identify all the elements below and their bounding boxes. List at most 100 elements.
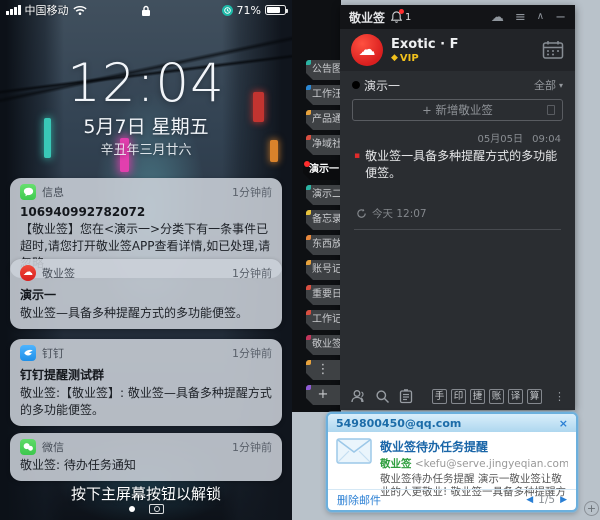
category-tab-label: 账号记 xyxy=(312,264,340,275)
notification-title: 106940992782072 xyxy=(20,205,272,219)
tool-box-button[interactable]: 算 xyxy=(527,389,542,404)
notification-app-name: 微信 xyxy=(42,439,64,455)
collapse-icon[interactable]: ∧ xyxy=(537,12,544,22)
category-tab[interactable]: 账号记 xyxy=(306,260,340,280)
bottom-toolbar: 手印捷账译算 ⋮ xyxy=(340,389,575,404)
add-note-label: + 新增敬业签 xyxy=(422,102,493,118)
chevron-down-icon: ▾ xyxy=(559,81,563,90)
category-tab[interactable]: 净域社 xyxy=(306,135,340,155)
mail-account-label: 549800450@qq.com xyxy=(336,417,461,430)
paste-note-icon[interactable] xyxy=(547,105,555,115)
tool-box-button[interactable]: 账 xyxy=(489,389,504,404)
notification-time: 1分钟前 xyxy=(232,265,272,281)
notification-bell[interactable]: 1 xyxy=(391,11,411,23)
notification-body: 敬业签:【敬业签】: 敬业签—具备多种提醒方式的多功能便签。 xyxy=(20,385,272,419)
category-tab[interactable]: 演示二 xyxy=(306,185,340,205)
vip-diamond-icon: ◆ xyxy=(391,53,398,63)
category-color-chip xyxy=(306,85,311,90)
category-tab[interactable]: 东西放 xyxy=(306,235,340,255)
contacts-icon[interactable] xyxy=(350,389,366,404)
lock-screen-time: 12:04 xyxy=(0,53,292,114)
category-tab-label: 重要日 xyxy=(312,289,340,300)
category-tab[interactable]: 重要日 xyxy=(306,285,340,305)
note-item[interactable]: ▪ 敬业签一具备多种提醒方式的多功能便签。 xyxy=(354,148,563,182)
filter-label: 全部 xyxy=(534,77,556,93)
dingtalk-icon xyxy=(20,345,36,361)
notification-app-name: 钉钉 xyxy=(42,345,64,361)
category-color-chip xyxy=(306,260,311,265)
cloud-sync-icon[interactable]: ☁ xyxy=(491,11,504,24)
tool-box-button[interactable]: 手 xyxy=(432,389,447,404)
notification-app-name: 信息 xyxy=(42,184,64,200)
category-tab[interactable]: 公告图 xyxy=(306,60,340,80)
tool-box-button[interactable]: 译 xyxy=(508,389,523,404)
category-color-chip xyxy=(306,285,311,290)
category-tab[interactable]: 备忘录 xyxy=(306,210,340,230)
vip-label: VIP xyxy=(400,53,419,64)
notification-body: 敬业签—具备多种提醒方式的多功能便签。 xyxy=(20,305,272,322)
category-tab-label: 敬业签 xyxy=(312,339,340,350)
wechat-icon xyxy=(20,439,36,455)
phone-lock-screen: 中国移动 71% 12:04 5月7日 星期五 辛丑年三月廿六 信息 1分钟前 xyxy=(0,0,292,520)
envelope-icon xyxy=(336,438,372,464)
mail-pager-count: 1/5 xyxy=(538,494,555,506)
page-dot xyxy=(129,506,135,512)
mail-sender-name: 敬业签 xyxy=(380,458,412,470)
phone-status-bar: 中国移动 71% xyxy=(0,2,292,18)
add-note-button[interactable]: + 新增敬业签 xyxy=(352,99,563,121)
delete-mail-link[interactable]: 删除邮件 xyxy=(337,492,381,508)
mail-subject[interactable]: 敬业签待办任务提醒 xyxy=(380,438,568,455)
notes-list-icon[interactable] xyxy=(399,389,413,404)
tab-notification-badge xyxy=(304,161,310,167)
carrier-label: 中国移动 xyxy=(25,2,69,18)
menu-icon[interactable]: ≡ xyxy=(515,11,526,24)
unlock-hint: 按下主屏幕按钮以解锁 xyxy=(0,483,292,504)
category-tab[interactable]: 演示一 xyxy=(303,160,340,180)
tool-box-button[interactable]: 印 xyxy=(451,389,466,404)
category-tab[interactable]: 产品通 xyxy=(306,110,340,130)
notification-time: 1分钟前 xyxy=(232,184,272,200)
notification-card-wechat[interactable]: 微信 1分钟前 敬业签: 待办任务通知 xyxy=(10,433,282,481)
close-icon[interactable]: × xyxy=(559,417,568,430)
current-category-label: 演示一 xyxy=(364,77,400,94)
category-tab[interactable]: 敬业签 xyxy=(306,335,340,355)
category-tab[interactable]: + xyxy=(306,385,340,405)
mail-pager: ◀ 1/5 ▶ xyxy=(526,494,567,506)
wifi-icon xyxy=(73,5,87,16)
note-date: 05月05日 xyxy=(478,134,523,145)
category-tab-label: 净域社 xyxy=(312,139,340,150)
category-tab[interactable]: ⋮ xyxy=(306,360,340,380)
repeat-reminder-icon xyxy=(356,208,367,219)
calendar-icon[interactable] xyxy=(542,40,564,60)
lock-icon xyxy=(141,5,151,17)
category-tab-label: 东西放 xyxy=(312,239,340,250)
prev-mail-icon[interactable]: ◀ xyxy=(526,495,533,505)
note-text: 敬业签一具备多种提醒方式的多功能便签。 xyxy=(365,148,563,182)
category-color-chip xyxy=(306,135,311,140)
category-tab-label: 演示二 xyxy=(312,189,340,200)
notification-card-dingtalk[interactable]: 钉钉 1分钟前 钉钉提醒测试群 敬业签:【敬业签】: 敬业签—具备多种提醒方式的… xyxy=(10,339,282,426)
category-tab[interactable]: 工作汪 xyxy=(306,85,340,105)
category-color-dot xyxy=(352,81,360,89)
tool-box-button[interactable]: 捷 xyxy=(470,389,485,404)
category-color-chip xyxy=(306,60,311,65)
jingyeqian-logo[interactable]: ☁ xyxy=(351,34,383,66)
next-mail-icon[interactable]: ▶ xyxy=(560,495,567,505)
notification-title: 演示一 xyxy=(20,286,272,303)
category-row: 演示一 全部 ▾ xyxy=(340,73,575,97)
filter-dropdown[interactable]: 全部 ▾ xyxy=(534,77,563,93)
jingyeqian-icon: ☁ xyxy=(20,265,36,281)
notification-card-jingyeqian[interactable]: ☁ 敬业签 1分钟前 演示一 敬业签—具备多种提醒方式的多功能便签。 xyxy=(10,259,282,329)
user-header: ☁ Exotic · F ◆ VIP xyxy=(340,29,575,71)
reminder-time-label: 今天 12:07 xyxy=(372,206,427,221)
search-icon[interactable] xyxy=(375,389,390,404)
minimize-icon[interactable]: − xyxy=(555,11,566,24)
more-tools-icon[interactable]: ⋮ xyxy=(554,390,565,403)
category-color-chip xyxy=(306,110,311,115)
desktop-plus-icon[interactable]: + xyxy=(584,501,599,516)
note-time: 09:04 xyxy=(532,134,561,145)
category-tab-label: + xyxy=(318,387,329,402)
category-color-chip xyxy=(306,185,311,190)
mail-sender-email: <kefu@serve.jingyeqian.com> xyxy=(415,458,568,470)
category-tab[interactable]: 工作记 xyxy=(306,310,340,330)
